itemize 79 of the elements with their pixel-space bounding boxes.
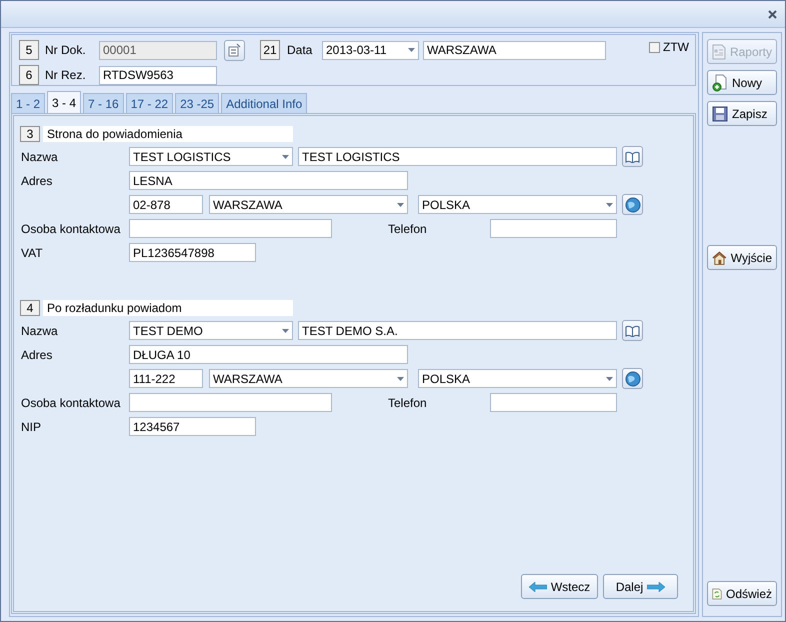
country-dropdown[interactable]: POLSKA [418,195,617,214]
address-field[interactable]: DŁUGA 10 [129,345,408,364]
field-number: 5 [19,40,39,60]
refresh-document-icon [712,586,722,602]
address-field[interactable]: LESNA [129,171,408,190]
field-label: Telefon [387,396,428,410]
numbering-icon [228,43,242,57]
book-icon [625,150,640,162]
new-button[interactable]: Nowy [707,70,777,95]
numbering-button[interactable] [224,40,245,60]
save-button[interactable]: Zapisz [707,101,777,126]
checkbox-label: ZTW [663,40,689,54]
house-icon [712,250,727,266]
tab[interactable]: 17 - 22 [126,93,174,113]
country-dropdown[interactable]: POLSKA [418,369,617,388]
ztw-checkbox[interactable] [649,42,660,52]
globe-icon [624,196,640,212]
next-button[interactable]: Dalej [603,574,678,599]
section-number: 4 [20,300,40,316]
contact-person-field[interactable] [129,393,332,412]
dropdown-caret-icon [408,48,415,52]
city-dropdown[interactable]: WARSZAWA [209,369,408,388]
place-field[interactable]: WARSZAWA [423,40,606,60]
tab[interactable]: Additional Info [221,93,308,113]
dropdown-caret-icon [282,154,289,158]
address-book-button[interactable] [622,320,643,341]
city-dropdown[interactable]: WARSZAWA [209,195,408,214]
globe-button[interactable] [622,194,643,215]
contact-person-field[interactable] [129,219,332,238]
globe-button[interactable] [622,368,643,389]
phone-field[interactable] [490,219,617,238]
field-label: NIP [20,420,42,434]
reservation-number-field[interactable]: RTDSW9563 [99,66,217,84]
tab[interactable]: 7 - 16 [83,93,124,113]
tab[interactable]: 3 - 4 [47,91,82,113]
field-label: Osoba kontaktowa [20,396,122,410]
dropdown-caret-icon [606,202,613,206]
book-icon [625,324,640,336]
exit-button[interactable]: Wyjście [707,245,777,270]
section-number: 3 [20,126,40,142]
field-label: Telefon [387,222,428,236]
left-arrow-icon [528,582,547,592]
dropdown-caret-icon [397,376,404,380]
address-book-button[interactable] [622,146,643,167]
field-label: Osoba kontaktowa [20,222,122,236]
new-document-icon [712,74,728,92]
field-label: Adres [20,174,54,188]
section-title: Po rozładunku powiadom [43,300,293,316]
dropdown-caret-icon [606,376,613,380]
field-number: 21 [260,40,280,60]
field-number: 6 [19,65,39,85]
field-label: Adres [20,348,54,362]
field-label: VAT [20,246,44,260]
refresh-button[interactable]: Odśwież [707,581,777,606]
postal-code-field[interactable]: 02-878 [129,195,203,214]
tax-id-field[interactable]: 1234567 [129,417,256,436]
phone-field[interactable] [490,393,617,412]
globe-icon [624,370,640,386]
field-label: Nazwa [20,324,59,338]
dropdown-caret-icon [397,202,404,206]
postal-code-field[interactable]: 111-222 [129,369,203,388]
field-label: Nr Rez. [44,68,87,82]
right-arrow-icon [647,582,666,592]
field-label: Nazwa [20,150,59,164]
tab[interactable]: 1 - 2 [11,93,46,113]
tab[interactable]: 23 -25 [175,93,220,113]
dropdown-caret-icon [282,328,289,332]
name-field[interactable]: TEST LOGISTICS [298,147,617,166]
section-title: Strona do powiadomienia [43,126,293,142]
close-icon[interactable] [768,10,777,18]
back-button[interactable]: Wstecz [521,574,598,599]
date-dropdown[interactable]: 2013-03-11 [322,40,419,60]
name-code-dropdown[interactable]: TEST LOGISTICS [129,147,293,166]
name-field[interactable]: TEST DEMO S.A. [298,321,617,340]
field-label: Nr Dok. [44,43,87,57]
tax-id-field[interactable]: PL1236547898 [129,243,256,262]
field-label: Data [286,43,314,57]
name-code-dropdown[interactable]: TEST DEMO [129,321,293,340]
report-icon [712,44,726,60]
